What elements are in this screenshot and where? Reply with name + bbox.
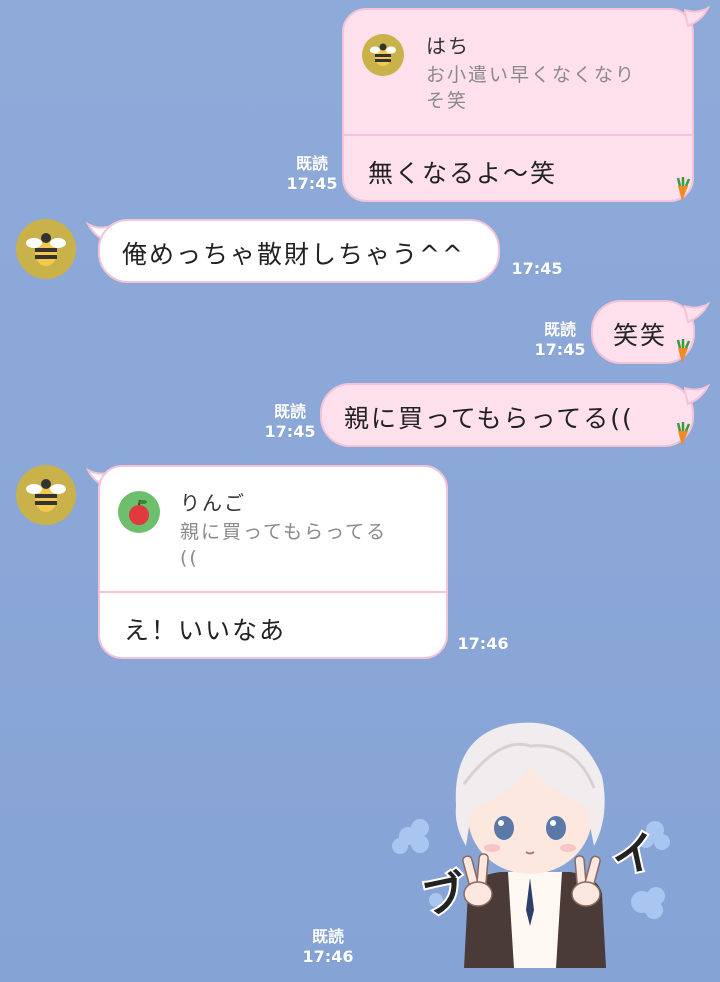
bee-icon bbox=[362, 34, 404, 76]
quote-text-line: (( bbox=[180, 547, 199, 569]
message-bubble[interactable]: 親に買ってもらってる(( bbox=[320, 383, 694, 447]
quote-text: お小遣い早くなくなり そ笑 bbox=[426, 62, 636, 114]
read-label: 既読 bbox=[295, 154, 328, 173]
message-bubble-reply[interactable]: りんご 親に買ってもらってる (( え！いいなあ bbox=[98, 465, 448, 659]
quote-sender-name: りんご bbox=[180, 491, 246, 515]
quote-sender-name: はち bbox=[426, 34, 470, 58]
message-text: 笑笑 bbox=[613, 321, 668, 350]
timestamp: 17:46 bbox=[302, 947, 354, 966]
quote-text-line: お小遣い早くなくなり bbox=[426, 64, 637, 86]
bubble-tail bbox=[684, 301, 710, 324]
message-text: え！いいなあ bbox=[124, 616, 287, 645]
boy-peace-sign-sticker[interactable]: ブイ bbox=[380, 696, 720, 968]
bubble-tail bbox=[684, 383, 710, 406]
bubble-tail bbox=[684, 5, 710, 28]
timestamp: 17:45 bbox=[534, 340, 586, 359]
quote-divider bbox=[344, 134, 692, 136]
read-receipt: 既読 17:45 bbox=[260, 402, 320, 442]
timestamp: 17:45 bbox=[286, 174, 338, 193]
read-receipt: 既読 17:46 bbox=[298, 927, 358, 967]
quote-text: 親に買ってもらってる (( bbox=[180, 519, 387, 571]
carrot-icon bbox=[676, 339, 691, 363]
carrot-icon bbox=[676, 422, 691, 446]
message-bubble-reply[interactable]: はち お小遣い早くなくなり そ笑 無くなるよ～笑 bbox=[342, 8, 694, 202]
message-text: 無くなるよ～笑 bbox=[368, 159, 558, 188]
timestamp: 17:45 bbox=[511, 259, 563, 278]
message-text: 親に買ってもらってる(( bbox=[344, 404, 634, 433]
message-text: 俺めっちゃ散財しちゃう^^ bbox=[122, 240, 465, 269]
read-label: 既読 bbox=[273, 402, 306, 421]
read-receipt: 既読 17:45 bbox=[282, 154, 342, 194]
quote-text-line: そ笑 bbox=[426, 90, 469, 112]
bee-avatar[interactable] bbox=[16, 465, 76, 525]
bee-avatar[interactable] bbox=[16, 219, 76, 279]
apple-icon bbox=[118, 491, 160, 533]
read-receipt: 既読 17:45 bbox=[530, 320, 590, 360]
carrot-icon bbox=[676, 177, 691, 201]
quote-text-line: 親に買ってもらってる bbox=[180, 521, 388, 543]
timestamp: 17:46 bbox=[457, 634, 509, 653]
read-label: 既読 bbox=[311, 927, 344, 946]
read-label: 既読 bbox=[543, 320, 576, 339]
message-bubble[interactable]: 俺めっちゃ散財しちゃう^^ bbox=[98, 219, 500, 283]
timestamp: 17:45 bbox=[264, 422, 316, 441]
quote-divider bbox=[100, 591, 446, 593]
